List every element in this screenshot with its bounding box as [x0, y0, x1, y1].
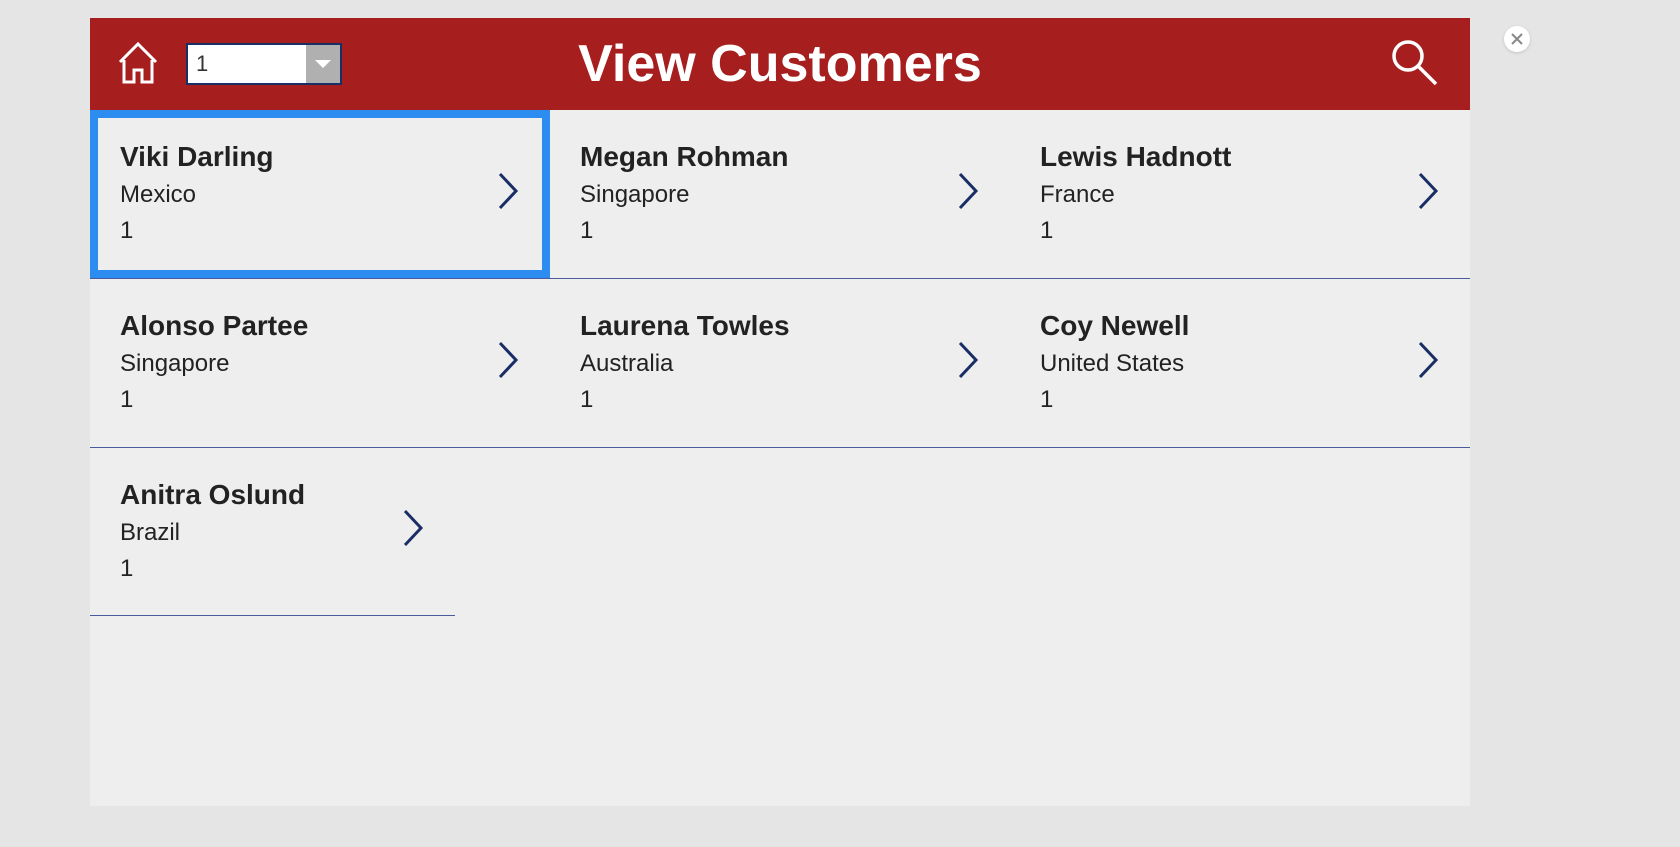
customer-country: France [1040, 181, 1406, 209]
customer-row: Viki Darling Mexico 1 Megan Rohman Singa… [90, 110, 1470, 279]
customer-info: Viki Darling Mexico 1 [120, 141, 486, 245]
customer-name: Alonso Partee [120, 310, 486, 342]
customer-number: 1 [120, 555, 391, 583]
customer-number: 1 [1040, 386, 1406, 414]
search-icon [1388, 36, 1440, 88]
header: 1 View Customers [90, 18, 1470, 110]
customer-cell[interactable]: Anitra Oslund Brazil 1 [90, 448, 455, 616]
customer-cell[interactable]: Megan Rohman Singapore 1 [550, 110, 1010, 278]
customer-name: Anitra Oslund [120, 479, 391, 511]
chevron-right-icon [1416, 339, 1440, 386]
customer-number: 1 [120, 386, 486, 414]
dropdown-value: 1 [188, 45, 306, 83]
customer-country: Brazil [120, 519, 391, 547]
chevron-down-icon [313, 57, 333, 71]
customer-name: Coy Newell [1040, 310, 1406, 342]
customer-info: Anitra Oslund Brazil 1 [120, 479, 391, 583]
chevron-right-icon [496, 170, 520, 217]
customer-row: Alonso Partee Singapore 1 Laurena Towles… [90, 279, 1470, 448]
customer-name: Megan Rohman [580, 141, 946, 173]
customer-grid: Viki Darling Mexico 1 Megan Rohman Singa… [90, 110, 1470, 806]
customer-cell[interactable]: Lewis Hadnott France 1 [1010, 110, 1470, 278]
customer-number: 1 [580, 217, 946, 245]
customer-country: Singapore [580, 181, 946, 209]
customer-name: Laurena Towles [580, 310, 946, 342]
customer-cell[interactable]: Coy Newell United States 1 [1010, 279, 1470, 447]
customer-name: Viki Darling [120, 141, 486, 173]
customer-info: Coy Newell United States 1 [1040, 310, 1406, 414]
home-icon [112, 36, 164, 88]
customer-country: Australia [580, 350, 946, 378]
customer-info: Laurena Towles Australia 1 [580, 310, 946, 414]
app-container: 1 View Customers Viki Darling Mexico 1 [90, 18, 1470, 806]
spacer [90, 616, 1470, 806]
home-button[interactable] [112, 36, 164, 93]
customer-info: Lewis Hadnott France 1 [1040, 141, 1406, 245]
search-button[interactable] [1388, 36, 1440, 93]
chevron-right-icon [1416, 170, 1440, 217]
page-dropdown[interactable]: 1 [186, 43, 342, 85]
customer-number: 1 [580, 386, 946, 414]
customer-row: Anitra Oslund Brazil 1 [90, 448, 1470, 616]
customer-cell[interactable]: Viki Darling Mexico 1 [90, 110, 550, 278]
close-button[interactable] [1504, 26, 1530, 52]
customer-country: Mexico [120, 181, 486, 209]
chevron-right-icon [496, 339, 520, 386]
dropdown-arrow [306, 45, 340, 83]
customer-country: United States [1040, 350, 1406, 378]
page-title: View Customers [578, 34, 982, 94]
chevron-right-icon [956, 170, 980, 217]
customer-country: Singapore [120, 350, 486, 378]
customer-cell[interactable]: Laurena Towles Australia 1 [550, 279, 1010, 447]
customer-name: Lewis Hadnott [1040, 141, 1406, 173]
close-icon [1511, 33, 1523, 45]
customer-info: Alonso Partee Singapore 1 [120, 310, 486, 414]
chevron-right-icon [956, 339, 980, 386]
customer-info: Megan Rohman Singapore 1 [580, 141, 946, 245]
customer-number: 1 [120, 217, 486, 245]
customer-number: 1 [1040, 217, 1406, 245]
customer-cell[interactable]: Alonso Partee Singapore 1 [90, 279, 550, 447]
chevron-right-icon [401, 507, 425, 554]
